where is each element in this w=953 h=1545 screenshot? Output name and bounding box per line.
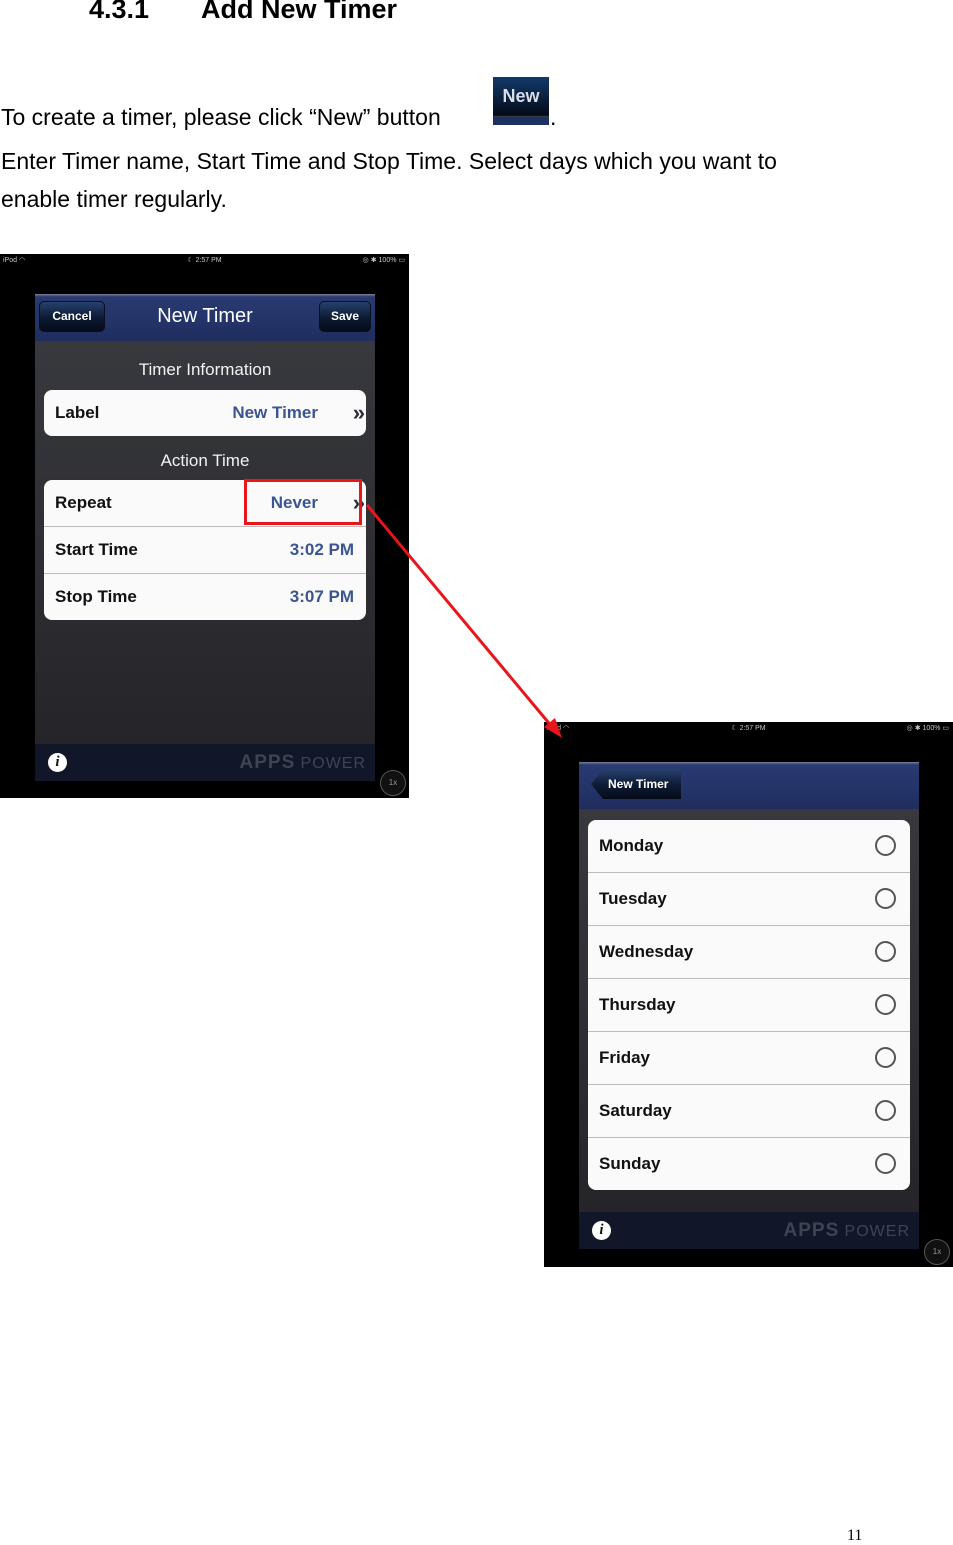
info-icon[interactable]: i	[48, 753, 67, 772]
back-button-label: New Timer	[608, 777, 669, 791]
section-heading: 4.3.1 Add New Timer	[89, 0, 397, 25]
day-label: Sunday	[599, 1154, 661, 1173]
row-label: Label	[55, 403, 100, 422]
row-label: Start Time	[55, 540, 138, 559]
info-icon[interactable]: i	[592, 1221, 611, 1240]
section-timer-information: Timer Information	[138, 360, 272, 379]
app-window: Cancel New Timer Save Timer Information …	[35, 294, 375, 781]
back-button[interactable]: New Timer	[591, 769, 681, 799]
repeat-days-screenshot: iPod ◠ ☾ 2:57 PM ◎ ✱ 100% ▭ New Timer Mo…	[544, 722, 953, 1267]
nav-bar: Cancel New Timer Save	[35, 294, 375, 341]
radio-unchecked-icon[interactable]	[875, 1100, 896, 1121]
chevron-right-icon: »	[352, 400, 366, 425]
section-number: 4.3.1	[89, 0, 150, 24]
radio-unchecked-icon[interactable]	[875, 1047, 896, 1068]
status-bar: iPod ◠ ☾ 2:57 PM ◎ ✱ 100% ▭	[0, 254, 409, 266]
brand-logo: APPS POWER	[784, 1220, 910, 1242]
radio-unchecked-icon[interactable]	[875, 994, 896, 1015]
new-button-image: New	[493, 77, 549, 125]
day-row-thursday[interactable]: Thursday	[588, 979, 910, 1032]
brand-sub: POWER	[844, 1223, 910, 1240]
nav-bar: New Timer	[579, 762, 919, 809]
page-number: 11	[847, 1527, 863, 1544]
row-value: New Timer	[232, 403, 318, 422]
row-label: Repeat	[55, 493, 112, 512]
day-label: Wednesday	[599, 942, 694, 961]
days-group: Monday Tuesday Wednesday Thursday Friday…	[588, 820, 910, 1190]
row-label: Stop Time	[55, 587, 137, 606]
section-title: Add New Timer	[201, 0, 398, 24]
status-battery: ◎ ✱ 100% ▭	[362, 257, 405, 264]
app-window: New Timer Monday Tuesday Wednesday Thurs…	[579, 762, 919, 1249]
instruction-line-2: Enter Timer name, Start Time and Stop Ti…	[1, 148, 777, 174]
label-row[interactable]: Label New Timer »	[44, 390, 366, 436]
status-time: ☾ 2:57 PM	[731, 725, 766, 732]
brand-logo: APPS POWER	[240, 752, 366, 774]
radio-unchecked-icon[interactable]	[875, 888, 896, 909]
timer-information-group: Label New Timer »	[44, 390, 366, 436]
day-label: Saturday	[599, 1101, 672, 1120]
new-timer-screenshot: iPod ◠ ☾ 2:57 PM ◎ ✱ 100% ▭ Cancel New T…	[0, 254, 409, 798]
save-button[interactable]: Save	[319, 301, 371, 332]
stop-time-row[interactable]: Stop Time 3:07 PM	[44, 574, 366, 620]
day-row-saturday[interactable]: Saturday	[588, 1085, 910, 1138]
instruction-line-3: enable timer regularly.	[1, 186, 227, 212]
day-label: Tuesday	[599, 889, 667, 908]
brand-main: APPS	[783, 1220, 840, 1241]
day-label: Monday	[599, 836, 664, 855]
day-row-tuesday[interactable]: Tuesday	[588, 873, 910, 926]
app-footer: i APPS POWER	[35, 744, 375, 781]
row-value: 3:02 PM	[289, 540, 354, 559]
section-action-time: Action Time	[160, 451, 250, 470]
radio-unchecked-icon[interactable]	[875, 1153, 896, 1174]
day-row-monday[interactable]: Monday	[588, 820, 910, 873]
day-label: Thursday	[599, 995, 676, 1014]
instruction-line-1: To create a timer, please click “New” bu…	[1, 104, 441, 130]
status-time: ☾ 2:57 PM	[187, 257, 222, 264]
zoom-badge[interactable]: 1x	[924, 1239, 950, 1265]
brand-sub: POWER	[300, 755, 366, 772]
status-bar: iPod ◠ ☾ 2:57 PM ◎ ✱ 100% ▭	[544, 722, 953, 734]
day-label: Friday	[599, 1048, 651, 1067]
status-battery: ◎ ✱ 100% ▭	[906, 725, 949, 732]
row-value: 3:07 PM	[289, 587, 354, 606]
instruction-line-1-end: .	[550, 104, 557, 130]
brand-main: APPS	[239, 752, 296, 773]
start-time-row[interactable]: Start Time 3:02 PM	[44, 527, 366, 574]
day-row-friday[interactable]: Friday	[588, 1032, 910, 1085]
radio-unchecked-icon[interactable]	[875, 835, 896, 856]
day-row-sunday[interactable]: Sunday	[588, 1138, 910, 1190]
day-row-wednesday[interactable]: Wednesday	[588, 926, 910, 979]
app-footer: i APPS POWER	[579, 1212, 919, 1249]
radio-unchecked-icon[interactable]	[875, 941, 896, 962]
repeat-highlight-annotation	[244, 479, 362, 525]
zoom-badge[interactable]: 1x	[380, 770, 406, 796]
